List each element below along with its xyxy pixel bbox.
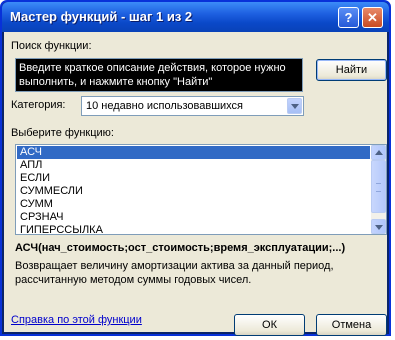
list-item[interactable]: ГИПЕРССЫЛКА bbox=[17, 224, 370, 234]
list-item[interactable]: АПЛ bbox=[17, 159, 370, 172]
title-bar[interactable]: Мастер функций - шаг 1 из 2 ? ✕ bbox=[2, 2, 389, 32]
function-wizard-dialog: Мастер функций - шаг 1 из 2 ? ✕ Поиск фу… bbox=[0, 0, 391, 336]
chevron-down-icon[interactable] bbox=[287, 98, 302, 114]
vertical-scrollbar[interactable] bbox=[371, 145, 386, 234]
category-label: Категория: bbox=[11, 99, 66, 111]
search-label: Поиск функции: bbox=[11, 40, 92, 52]
list-item[interactable]: ЕСЛИ bbox=[17, 172, 370, 185]
scroll-thumb[interactable] bbox=[371, 160, 386, 213]
list-item[interactable]: СРЗНАЧ bbox=[17, 211, 370, 224]
help-button[interactable]: ? bbox=[338, 7, 359, 28]
list-item[interactable]: АСЧ bbox=[17, 146, 370, 159]
find-button[interactable]: Найти bbox=[316, 59, 387, 81]
category-value: 10 недавно использовавшихся bbox=[86, 100, 244, 112]
function-help-link[interactable]: Справка по этой функции bbox=[11, 314, 142, 326]
list-item[interactable]: СУММЕСЛИ bbox=[17, 185, 370, 198]
function-signature: АСЧ(нач_стоимость;ост_стоимость;время_эк… bbox=[15, 242, 346, 254]
dialog-title: Мастер функций - шаг 1 из 2 bbox=[10, 9, 193, 24]
dialog-body: Поиск функции: Введите краткое описание … bbox=[4, 32, 387, 336]
function-list[interactable]: АСЧ АПЛ ЕСЛИ СУММЕСЛИ СУММ СРЗНАЧ ГИПЕРС… bbox=[15, 144, 387, 235]
functions-label: Выберите функцию: bbox=[11, 127, 114, 139]
close-button[interactable]: ✕ bbox=[362, 7, 383, 28]
function-description: Возвращает величину амортизации актива з… bbox=[15, 260, 334, 286]
scroll-up-icon[interactable] bbox=[371, 145, 386, 160]
category-select[interactable]: 10 недавно использовавшихся bbox=[81, 96, 304, 116]
list-item[interactable]: СУММ bbox=[17, 198, 370, 211]
cancel-button[interactable]: Отмена bbox=[316, 314, 387, 336]
search-input[interactable]: Введите краткое описание действия, котор… bbox=[15, 58, 303, 92]
scroll-down-icon[interactable] bbox=[371, 219, 386, 234]
ok-button[interactable]: ОК bbox=[234, 314, 305, 336]
